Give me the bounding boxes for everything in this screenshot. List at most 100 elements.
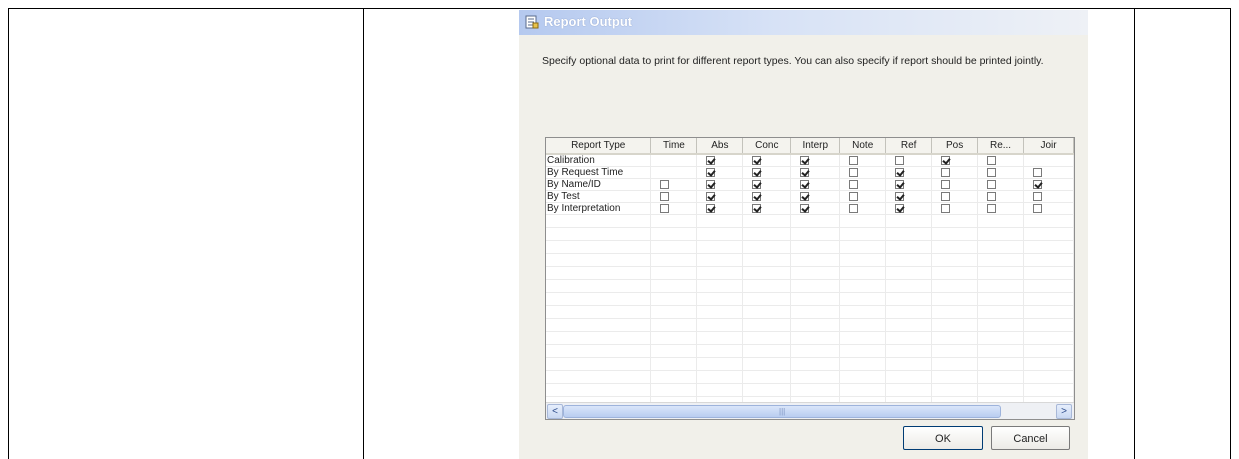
column-header[interactable]: Interp <box>790 138 841 155</box>
table-cell <box>931 383 979 397</box>
checkbox-checked[interactable] <box>895 167 905 177</box>
table-cell <box>1023 370 1074 384</box>
table-cell <box>650 279 698 293</box>
table-cell <box>839 178 887 191</box>
cancel-button[interactable]: Cancel <box>991 426 1070 450</box>
column-header[interactable]: Time <box>650 138 698 155</box>
checkbox[interactable] <box>941 191 951 201</box>
checkbox-checked[interactable] <box>895 179 905 189</box>
checkbox-checked[interactable] <box>752 191 762 201</box>
table-cell <box>650 266 698 280</box>
checkbox[interactable] <box>987 179 997 189</box>
checkbox-checked[interactable] <box>800 155 810 165</box>
table-cell <box>742 178 792 191</box>
column-header[interactable]: Pos <box>931 138 979 155</box>
table-cell <box>977 383 1025 397</box>
scroll-right-button[interactable]: > <box>1056 404 1072 419</box>
column-header[interactable]: Conc <box>742 138 792 155</box>
checkbox[interactable] <box>660 191 670 201</box>
checkbox[interactable] <box>941 179 951 189</box>
table-cell <box>977 305 1025 319</box>
table-cell <box>977 370 1025 384</box>
checkbox[interactable] <box>987 203 997 213</box>
checkbox-checked[interactable] <box>752 203 762 213</box>
table-cell <box>977 166 1025 179</box>
column-header[interactable]: Abs <box>696 138 744 155</box>
checkbox[interactable] <box>941 167 951 177</box>
checkbox-checked[interactable] <box>752 179 762 189</box>
checkbox[interactable] <box>660 179 670 189</box>
table-cell <box>885 357 933 371</box>
checkbox-checked[interactable] <box>800 179 810 189</box>
checkbox-checked[interactable] <box>800 203 810 213</box>
checkbox[interactable] <box>1033 203 1043 213</box>
checkbox-checked[interactable] <box>706 167 716 177</box>
row-label: By Name/ID <box>546 178 652 191</box>
checkbox[interactable] <box>849 167 859 177</box>
column-header[interactable]: Joir <box>1023 138 1074 155</box>
report-type-grid[interactable]: Report Type Time Abs Conc Interp Note Ref Pos Re… <box>545 137 1075 420</box>
table-cell <box>742 227 792 241</box>
table-cell <box>696 190 744 203</box>
empty-row <box>546 266 1074 280</box>
checkbox[interactable] <box>987 191 997 201</box>
report-grid-table: Report Type Time Abs Conc Interp Note Ref Pos Re… <box>546 138 1074 410</box>
table-cell <box>650 344 698 358</box>
checkbox[interactable] <box>849 191 859 201</box>
column-header[interactable]: Re... <box>977 138 1025 155</box>
table-cell <box>1023 202 1074 215</box>
checkbox[interactable] <box>987 167 997 177</box>
checkbox[interactable] <box>849 203 859 213</box>
checkbox[interactable] <box>987 155 997 165</box>
report-output-dialog: Report Output Specify optional data to p… <box>519 10 1088 459</box>
table-cell <box>931 370 979 384</box>
checkbox[interactable] <box>941 203 951 213</box>
table-cell <box>790 331 841 345</box>
table-cell <box>1023 154 1074 167</box>
checkbox-checked[interactable] <box>1033 179 1043 189</box>
table-cell <box>742 305 792 319</box>
table-cell <box>839 154 887 167</box>
table-cell <box>650 240 698 254</box>
table-cell <box>546 370 652 384</box>
table-cell <box>546 266 652 280</box>
table-cell <box>839 305 887 319</box>
checkbox[interactable] <box>660 203 670 213</box>
table-cell <box>977 214 1025 228</box>
scroll-thumb[interactable]: ||| <box>563 405 1001 418</box>
column-header[interactable]: Ref <box>885 138 933 155</box>
empty-row <box>546 331 1074 345</box>
checkbox-checked[interactable] <box>941 155 951 165</box>
checkbox-checked[interactable] <box>706 203 716 213</box>
ok-button[interactable]: OK <box>903 426 983 450</box>
checkbox[interactable] <box>1033 191 1043 201</box>
checkbox[interactable] <box>895 155 905 165</box>
checkbox-checked[interactable] <box>752 167 762 177</box>
table-cell <box>1023 190 1074 203</box>
checkbox-checked[interactable] <box>706 191 716 201</box>
table-cell <box>1023 357 1074 371</box>
checkbox-checked[interactable] <box>706 155 716 165</box>
table-cell <box>696 318 744 332</box>
table-cell <box>742 190 792 203</box>
table-cell <box>1023 240 1074 254</box>
checkbox-checked[interactable] <box>895 203 905 213</box>
checkbox-checked[interactable] <box>895 191 905 201</box>
checkbox[interactable] <box>849 155 859 165</box>
horizontal-scrollbar[interactable]: < ||| > <box>546 402 1074 419</box>
checkbox-checked[interactable] <box>752 155 762 165</box>
checkbox[interactable] <box>849 179 859 189</box>
table-cell <box>650 305 698 319</box>
table-cell <box>885 383 933 397</box>
table-cell <box>977 279 1025 293</box>
checkbox-checked[interactable] <box>800 167 810 177</box>
checkbox-checked[interactable] <box>706 179 716 189</box>
table-cell <box>839 357 887 371</box>
checkbox[interactable] <box>1033 167 1043 177</box>
checkbox-checked[interactable] <box>800 191 810 201</box>
table-cell <box>696 331 744 345</box>
table-cell <box>931 214 979 228</box>
scroll-left-button[interactable]: < <box>547 404 563 419</box>
column-header[interactable]: Note <box>839 138 887 155</box>
column-header[interactable]: Report Type <box>546 138 652 155</box>
